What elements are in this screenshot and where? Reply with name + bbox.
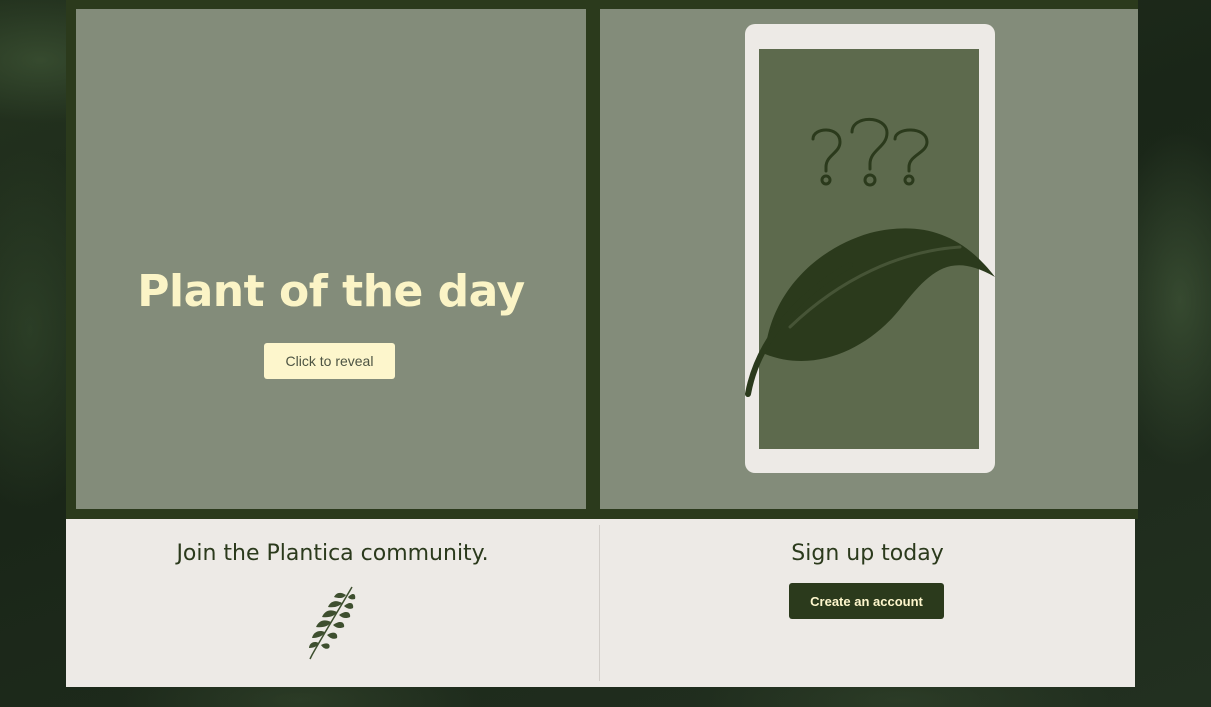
fern-leaf-icon [309,586,356,660]
join-community-title: Join the Plantica community. [176,541,489,566]
plant-of-the-day-section: Plant of the day Click to reveal [66,0,1138,519]
mystery-plant-panel [600,9,1138,509]
reveal-button[interactable]: Click to reveal [264,343,395,379]
community-signup-section: Join the Plantica community. Sign up tod… [66,519,1135,687]
phone-illustration [745,24,995,473]
create-account-button[interactable]: Create an account [789,583,944,619]
plant-of-the-day-panel: Plant of the day Click to reveal [76,9,586,509]
sign-up-title: Sign up today [791,541,944,566]
plant-of-the-day-title: Plant of the day [137,266,525,317]
